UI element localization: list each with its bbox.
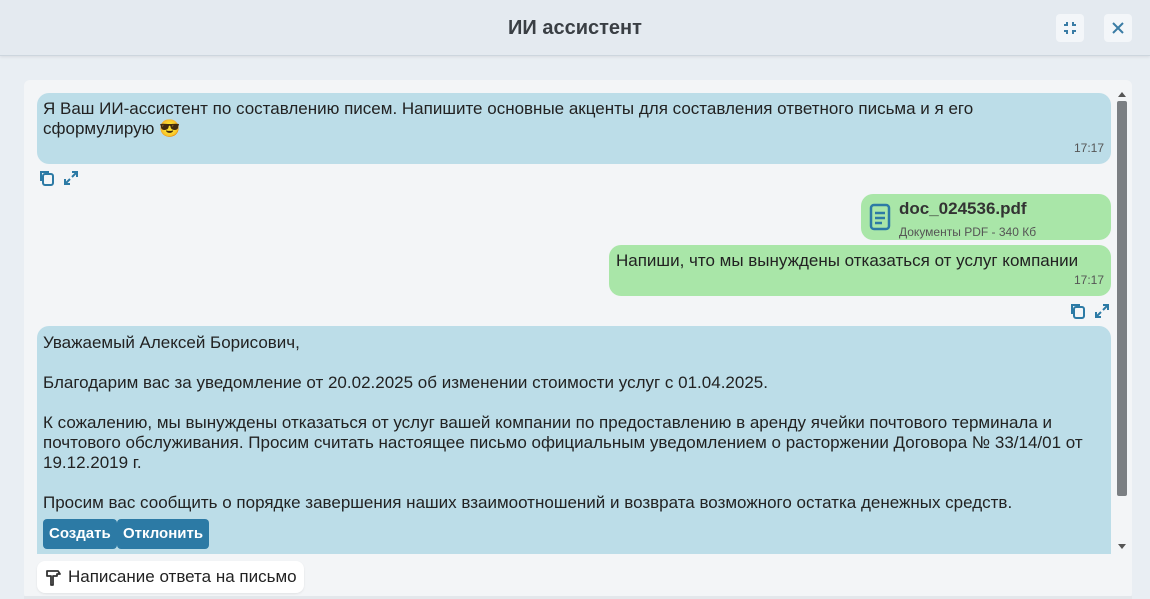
message-text: Я Ваш ИИ-ассистент по составлению писем.… (43, 99, 974, 138)
message-actions (1069, 302, 1111, 320)
scrollbar-thumb[interactable] (1117, 101, 1127, 496)
collapse-icon (1064, 22, 1076, 34)
minimize-button[interactable] (1056, 14, 1084, 42)
document-icon (869, 203, 891, 231)
message-text: Напиши, что мы вынуждены отказаться от у… (616, 251, 1079, 270)
dialog-header: ИИ ассистент (0, 0, 1150, 56)
copy-icon[interactable] (38, 169, 56, 187)
dialog-title: ИИ ассистент (508, 17, 642, 39)
reply-paragraph: Благодарим вас за уведомление от 20.02.2… (43, 373, 768, 392)
mode-chip-label: Написание ответа на письмо (68, 567, 297, 586)
message-time: 17:17 (1073, 273, 1104, 287)
close-button[interactable] (1104, 14, 1132, 42)
reject-button[interactable]: Отклонить (117, 519, 210, 549)
scroll-down-arrow-icon[interactable] (1117, 543, 1127, 551)
message-actions (38, 169, 80, 187)
reply-greeting: Уважаемый Алексей Борисович, (43, 333, 300, 352)
attachment-meta: Документы PDF - 340 Кб (899, 225, 1037, 239)
attachment-name: doc_024536.pdf (899, 199, 1027, 218)
reply-paragraph: К сожалению, мы вынуждены отказаться от … (43, 413, 1083, 472)
hammer-icon (46, 570, 61, 586)
mode-chip[interactable]: Написание ответа на письмо (37, 561, 304, 593)
close-icon (1112, 22, 1124, 34)
create-button[interactable]: Создать (43, 519, 117, 549)
reply-paragraph: Просим вас сообщить о порядке завершения… (43, 493, 1013, 512)
expand-icon[interactable] (1093, 302, 1111, 320)
scroll-up-arrow-icon[interactable] (1117, 90, 1127, 98)
expand-icon[interactable] (62, 169, 80, 187)
user-message: Напиши, что мы вынуждены отказаться от у… (609, 245, 1111, 296)
copy-icon[interactable] (1069, 302, 1087, 320)
attachment-file[interactable]: doc_024536.pdf Документы PDF - 340 Кб (861, 194, 1111, 240)
bot-message-greeting: Я Ваш ИИ-ассистент по составлению писем.… (37, 93, 1111, 164)
message-time: 17:17 (1073, 141, 1104, 155)
